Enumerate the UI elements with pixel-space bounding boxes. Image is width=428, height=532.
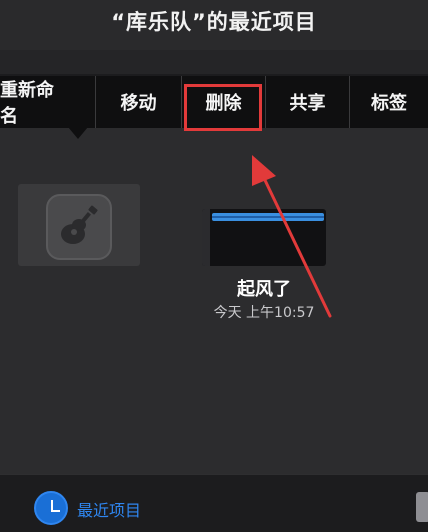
- project-thumbnail[interactable]: [202, 209, 326, 266]
- project-date: 今天 上午10:57: [213, 305, 315, 321]
- page-title: “库乐队”的最近项目: [111, 10, 317, 34]
- menu-item-tags[interactable]: 标签: [350, 76, 428, 128]
- browse-button[interactable]: [416, 492, 428, 522]
- guitar-icon: [46, 194, 112, 260]
- tab-recent-projects[interactable]: 最近项目: [77, 497, 141, 521]
- navigation-strip: [0, 50, 428, 74]
- menu-item-share[interactable]: 共享: [266, 76, 350, 128]
- annotation-highlight-box: [184, 84, 262, 131]
- browser-content: [0, 128, 428, 474]
- menu-item-move[interactable]: 移动: [96, 76, 182, 128]
- header-bar: “库乐队”的最近项目: [0, 0, 428, 50]
- clock-icon[interactable]: [34, 491, 68, 525]
- menu-item-rename[interactable]: 重新命名: [0, 76, 96, 128]
- menu-pointer: [68, 127, 88, 139]
- audio-track-region: [212, 213, 324, 221]
- project-name[interactable]: 起风了: [202, 275, 326, 301]
